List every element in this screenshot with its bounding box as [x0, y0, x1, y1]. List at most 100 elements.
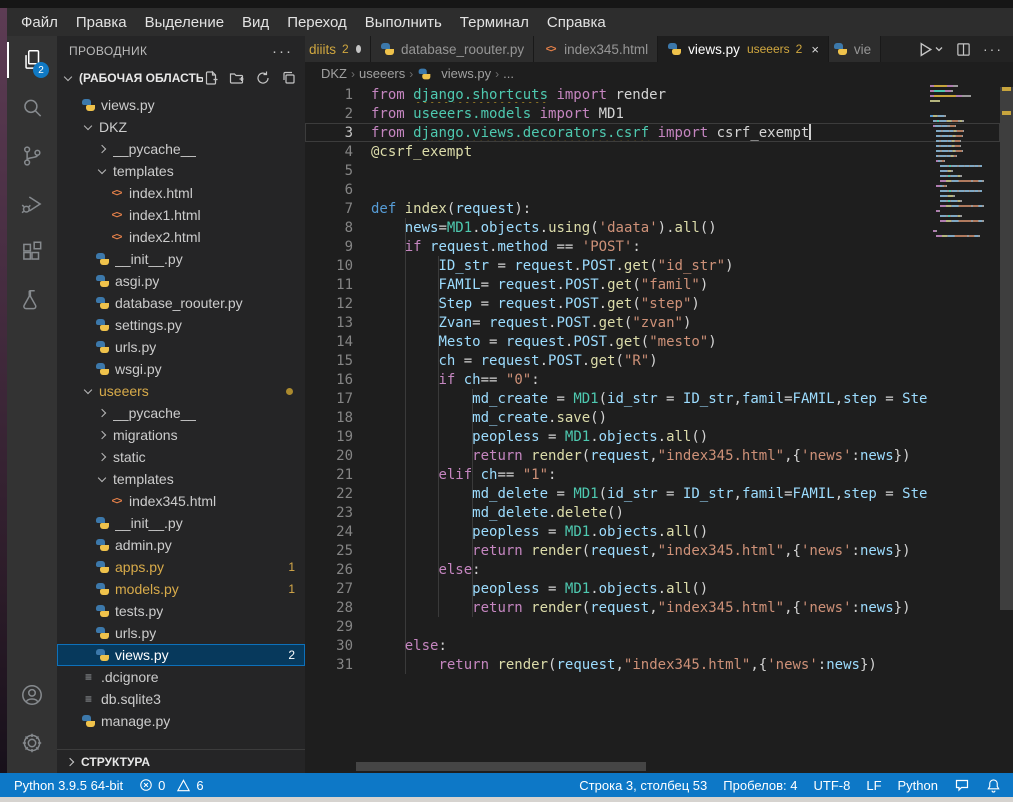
code-line[interactable]: 15 ch = request.POST.get("R"): [305, 351, 1000, 370]
tree-item[interactable]: apps.py1: [57, 556, 305, 578]
code-line[interactable]: 24 peopless = MD1.objects.all(): [305, 522, 1000, 541]
tree-item[interactable]: <>index1.html: [57, 204, 305, 226]
menu-item[interactable]: Выделение: [136, 14, 233, 31]
tree-item[interactable]: <>index2.html: [57, 226, 305, 248]
menu-item[interactable]: Выполнить: [356, 14, 451, 31]
refresh-icon[interactable]: [255, 70, 271, 86]
tree-item[interactable]: views.py: [57, 94, 305, 116]
tree-item[interactable]: DKZ: [57, 116, 305, 138]
menu-item[interactable]: Файл: [12, 14, 67, 31]
tree-item[interactable]: urls.py: [57, 622, 305, 644]
code-line[interactable]: 3from django.views.decorators.csrf impor…: [305, 123, 1000, 142]
tree-item[interactable]: templates: [57, 468, 305, 490]
minimap[interactable]: [930, 85, 1000, 240]
sidebar-more-actions[interactable]: ···: [272, 43, 293, 60]
code-line[interactable]: 27 peopless = MD1.objects.all(): [305, 579, 1000, 598]
breadcrumb-item[interactable]: views.py: [441, 66, 491, 81]
run-debug-icon[interactable]: [7, 180, 57, 228]
outline-section-header[interactable]: СТРУКТУРА: [57, 749, 305, 773]
editor-tab[interactable]: database_roouter.py: [371, 36, 534, 62]
code-line[interactable]: 18 md_create.save(): [305, 408, 1000, 427]
code-line[interactable]: 29: [305, 617, 1000, 636]
menu-item[interactable]: Справка: [538, 14, 615, 31]
account-icon[interactable]: [7, 671, 57, 719]
tree-item[interactable]: __pycache__: [57, 402, 305, 424]
code-line[interactable]: 30 else:: [305, 636, 1000, 655]
search-icon[interactable]: [7, 84, 57, 132]
code-line[interactable]: 17 md_create = MD1(id_str = ID_str,famil…: [305, 389, 1000, 408]
more-actions-icon[interactable]: ···: [983, 41, 1003, 57]
menu-item[interactable]: Правка: [67, 14, 136, 31]
code-line[interactable]: 8 news=MD1.objects.using('daata').all(): [305, 218, 1000, 237]
new-file-icon[interactable]: [203, 70, 219, 86]
code-line[interactable]: 14 Mesto = request.POST.get("mesto"): [305, 332, 1000, 351]
settings-gear-icon[interactable]: [7, 719, 57, 767]
code-line[interactable]: 25 return render(request,"index345.html"…: [305, 541, 1000, 560]
split-editor-icon[interactable]: [956, 42, 971, 57]
new-folder-icon[interactable]: [229, 70, 245, 86]
code-line[interactable]: 9 if request.method == 'POST':: [305, 237, 1000, 256]
workspace-section-header[interactable]: (РАБОЧАЯ ОБЛАСТЬ) ...: [57, 66, 305, 90]
problems-status[interactable]: 0 6: [139, 778, 203, 793]
breadcrumb-item[interactable]: useeers: [359, 66, 405, 81]
code-line[interactable]: 21 elif ch== "1":: [305, 465, 1000, 484]
status-item[interactable]: Python: [898, 778, 938, 793]
tree-item[interactable]: templates: [57, 160, 305, 182]
tree-item[interactable]: manage.py: [57, 710, 305, 732]
code-line[interactable]: 12 Step = request.POST.get("step"): [305, 294, 1000, 313]
tree-item[interactable]: database_roouter.py: [57, 292, 305, 314]
code-line[interactable]: 22 md_delete = MD1(id_str = ID_str,famil…: [305, 484, 1000, 503]
status-item[interactable]: Строка 3, столбец 53: [579, 778, 707, 793]
explorer-icon[interactable]: 2: [7, 36, 57, 84]
close-icon[interactable]: ×: [811, 42, 819, 57]
tree-item[interactable]: asgi.py: [57, 270, 305, 292]
menu-item[interactable]: Вид: [233, 14, 278, 31]
tree-item[interactable]: settings.py: [57, 314, 305, 336]
status-item[interactable]: UTF-8: [814, 778, 851, 793]
source-control-icon[interactable]: [7, 132, 57, 180]
tree-item[interactable]: admin.py: [57, 534, 305, 556]
code-line[interactable]: 6: [305, 180, 1000, 199]
testing-icon[interactable]: [7, 276, 57, 324]
tree-item[interactable]: views.py2: [57, 644, 305, 666]
tree-item[interactable]: __init__.py: [57, 248, 305, 270]
extensions-icon[interactable]: [7, 228, 57, 276]
status-item[interactable]: LF: [866, 778, 881, 793]
editor-tab[interactable]: <>index345.html: [534, 36, 658, 62]
code-line[interactable]: 19 peopless = MD1.objects.all(): [305, 427, 1000, 446]
code-line[interactable]: 16 if ch== "0":: [305, 370, 1000, 389]
tree-item[interactable]: __init__.py: [57, 512, 305, 534]
editor-tab[interactable]: diiits2: [305, 36, 371, 62]
tree-item[interactable]: ≡db.sqlite3: [57, 688, 305, 710]
bell-icon[interactable]: [986, 778, 1001, 793]
code-line[interactable]: 23 md_delete.delete(): [305, 503, 1000, 522]
status-item[interactable]: Пробелов: 4: [723, 778, 797, 793]
code-line[interactable]: 4@csrf_exempt: [305, 142, 1000, 161]
tree-item[interactable]: tests.py: [57, 600, 305, 622]
tree-item[interactable]: static: [57, 446, 305, 468]
code-line[interactable]: 1from django.shortcuts import render: [305, 85, 1000, 104]
tree-item[interactable]: migrations: [57, 424, 305, 446]
feedback-icon[interactable]: [954, 777, 970, 793]
tree-item[interactable]: models.py1: [57, 578, 305, 600]
tree-item[interactable]: ≡.dcignore: [57, 666, 305, 688]
breadcrumb-item[interactable]: DKZ: [321, 66, 347, 81]
python-interpreter-status[interactable]: Python 3.9.5 64-bit: [14, 778, 123, 793]
tree-item[interactable]: __pycache__: [57, 138, 305, 160]
horizontal-scrollbar-thumb[interactable]: [356, 762, 646, 771]
code-line[interactable]: 13 Zvan= request.POST.get("zvan"): [305, 313, 1000, 332]
code-line[interactable]: 5: [305, 161, 1000, 180]
code-line[interactable]: 10 ID_str = request.POST.get("id_str"): [305, 256, 1000, 275]
code-line[interactable]: 7def index(request):: [305, 199, 1000, 218]
code-line[interactable]: 11 FAMIL= request.POST.get("famil"): [305, 275, 1000, 294]
run-python-file-button[interactable]: [917, 41, 944, 58]
tree-item[interactable]: wsgi.py: [57, 358, 305, 380]
code-line[interactable]: 20 return render(request,"index345.html"…: [305, 446, 1000, 465]
code-area[interactable]: 1from django.shortcuts import render2fro…: [305, 85, 1013, 773]
menu-item[interactable]: Терминал: [451, 14, 538, 31]
tree-item[interactable]: urls.py: [57, 336, 305, 358]
collapse-folders-icon[interactable]: [281, 70, 297, 86]
code-line[interactable]: 26 else:: [305, 560, 1000, 579]
menu-item[interactable]: Переход: [278, 14, 356, 31]
code-line[interactable]: 28 return render(request,"index345.html"…: [305, 598, 1000, 617]
